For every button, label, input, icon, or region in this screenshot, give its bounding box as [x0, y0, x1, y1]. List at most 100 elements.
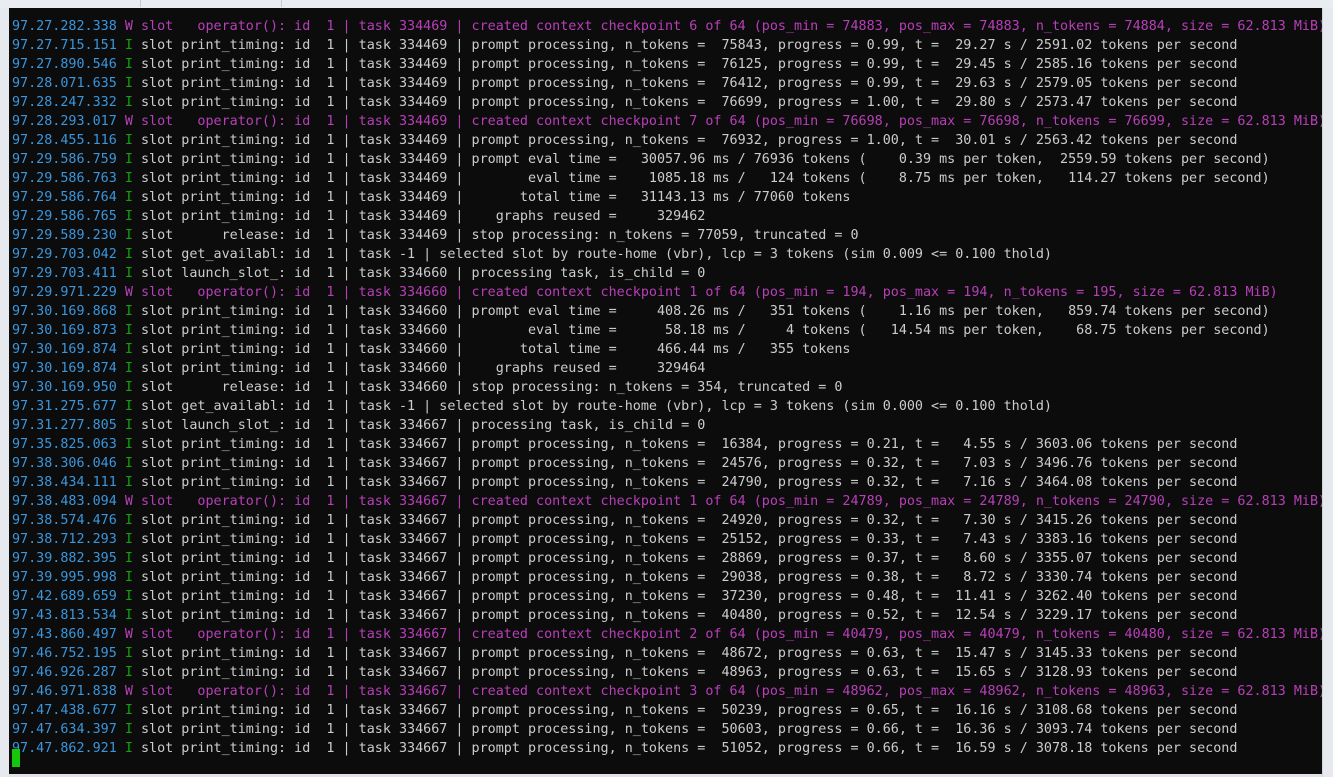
log-message: slot get_availabl: id 1 | task -1 | sele…	[132, 399, 1052, 414]
log-level: I	[124, 608, 133, 623]
log-timestamp: 97.39.882.395	[12, 551, 117, 566]
log-level: I	[124, 551, 133, 566]
log-timestamp: 97.29.703.042	[12, 247, 117, 262]
log-level: I	[124, 418, 133, 433]
log-message: slot print_timing: id 1 | task 334469 | …	[132, 76, 1238, 91]
log-line: 97.29.589.230 I slot release: id 1 | tas…	[12, 226, 1322, 245]
log-message: slot print_timing: id 1 | task 334667 | …	[132, 589, 1238, 604]
log-level: I	[124, 570, 133, 585]
log-message: slot print_timing: id 1 | task 334667 | …	[132, 646, 1238, 661]
log-message: slot operator(): id 1 | task 334469 | cr…	[132, 114, 1322, 129]
log-line: 97.42.689.659 I slot print_timing: id 1 …	[12, 587, 1322, 606]
log-message: slot print_timing: id 1 | task 334469 | …	[132, 209, 706, 224]
log-message: slot launch_slot_: id 1 | task 334660 | …	[132, 266, 706, 281]
log-timestamp: 97.29.589.230	[12, 228, 117, 243]
log-level: I	[124, 361, 133, 376]
log-message: slot operator(): id 1 | task 334667 | cr…	[132, 684, 1322, 699]
log-message: slot print_timing: id 1 | task 334660 | …	[132, 342, 851, 357]
log-timestamp: 97.38.483.094	[12, 494, 117, 509]
log-level: W	[124, 627, 133, 642]
log-timestamp: 97.27.890.546	[12, 57, 117, 72]
terminal-output: 97.27.282.338 W slot operator(): id 1 | …	[12, 17, 1322, 758]
vertical-scrollbar[interactable]	[1322, 8, 1333, 777]
log-message: slot print_timing: id 1 | task 334667 | …	[132, 475, 1238, 490]
log-message: slot print_timing: id 1 | task 334469 | …	[132, 171, 1270, 186]
log-level: I	[124, 513, 133, 528]
log-message: slot launch_slot_: id 1 | task 334667 | …	[132, 418, 706, 433]
log-timestamp: 97.43.813.534	[12, 608, 117, 623]
log-level: I	[124, 76, 133, 91]
log-message: slot print_timing: id 1 | task 334667 | …	[132, 437, 1238, 452]
window-left-edge	[0, 8, 9, 777]
log-timestamp: 97.29.586.764	[12, 190, 117, 205]
log-level: W	[124, 114, 133, 129]
log-message: slot print_timing: id 1 | task 334667 | …	[132, 722, 1238, 737]
log-level: I	[124, 741, 133, 756]
log-line: 97.46.926.287 I slot print_timing: id 1 …	[12, 663, 1322, 682]
log-timestamp: 97.46.926.287	[12, 665, 117, 680]
log-message: slot print_timing: id 1 | task 334660 | …	[132, 361, 706, 376]
log-line: 97.39.995.998 I slot print_timing: id 1 …	[12, 568, 1322, 587]
log-line: 97.29.971.229 W slot operator(): id 1 | …	[12, 283, 1322, 302]
log-level: I	[124, 665, 133, 680]
log-level: I	[124, 722, 133, 737]
log-line: 97.35.825.063 I slot print_timing: id 1 …	[12, 435, 1322, 454]
log-timestamp: 97.47.634.397	[12, 722, 117, 737]
log-level: I	[124, 209, 133, 224]
log-level: I	[124, 171, 133, 186]
log-line: 97.47.438.677 I slot print_timing: id 1 …	[12, 701, 1322, 720]
log-line: 97.28.247.332 I slot print_timing: id 1 …	[12, 93, 1322, 112]
tab[interactable]	[0, 0, 141, 7]
log-level: I	[124, 152, 133, 167]
log-line: 97.27.282.338 W slot operator(): id 1 | …	[12, 17, 1322, 36]
log-line: 97.46.971.838 W slot operator(): id 1 | …	[12, 682, 1322, 701]
log-timestamp: 97.47.862.921	[12, 741, 117, 756]
log-timestamp: 97.39.995.998	[12, 570, 117, 585]
log-level: I	[124, 342, 133, 357]
log-line: 97.28.455.116 I slot print_timing: id 1 …	[12, 131, 1322, 150]
log-timestamp: 97.38.306.046	[12, 456, 117, 471]
log-timestamp: 97.42.689.659	[12, 589, 117, 604]
log-level: I	[124, 228, 133, 243]
log-timestamp: 97.30.169.873	[12, 323, 117, 338]
log-timestamp: 97.27.715.151	[12, 38, 117, 53]
log-line: 97.30.169.874 I slot print_timing: id 1 …	[12, 359, 1322, 378]
log-message: slot print_timing: id 1 | task 334469 | …	[132, 38, 1238, 53]
log-level: I	[124, 190, 133, 205]
terminal-console[interactable]: 97.27.282.338 W slot operator(): id 1 | …	[9, 8, 1322, 774]
log-message: slot print_timing: id 1 | task 334469 | …	[132, 133, 1238, 148]
log-timestamp: 97.29.703.411	[12, 266, 117, 281]
log-timestamp: 97.30.169.868	[12, 304, 117, 319]
log-timestamp: 97.35.825.063	[12, 437, 117, 452]
log-message: slot print_timing: id 1 | task 334469 | …	[132, 190, 851, 205]
log-timestamp: 97.38.574.476	[12, 513, 117, 528]
log-line: 97.30.169.950 I slot release: id 1 | tas…	[12, 378, 1322, 397]
log-message: slot print_timing: id 1 | task 334667 | …	[132, 741, 1238, 756]
log-line: 97.31.277.805 I slot launch_slot_: id 1 …	[12, 416, 1322, 435]
log-line: 97.46.752.195 I slot print_timing: id 1 …	[12, 644, 1322, 663]
log-line: 97.31.275.677 I slot get_availabl: id 1 …	[12, 397, 1322, 416]
log-timestamp: 97.30.169.874	[12, 361, 117, 376]
log-level: I	[124, 38, 133, 53]
log-timestamp: 97.38.434.111	[12, 475, 117, 490]
log-line: 97.43.813.534 I slot print_timing: id 1 …	[12, 606, 1322, 625]
log-timestamp: 97.28.247.332	[12, 95, 117, 110]
tab[interactable]	[141, 0, 282, 7]
log-timestamp: 97.28.071.635	[12, 76, 117, 91]
log-line: 97.38.434.111 I slot print_timing: id 1 …	[12, 473, 1322, 492]
log-line: 97.38.483.094 W slot operator(): id 1 | …	[12, 492, 1322, 511]
log-line: 97.38.574.476 I slot print_timing: id 1 …	[12, 511, 1322, 530]
log-level: W	[124, 285, 133, 300]
log-line: 97.47.862.921 I slot print_timing: id 1 …	[12, 739, 1322, 758]
log-level: I	[124, 532, 133, 547]
log-level: I	[124, 703, 133, 718]
log-level: I	[124, 323, 133, 338]
log-level: W	[124, 19, 133, 34]
log-message: slot print_timing: id 1 | task 334667 | …	[132, 532, 1238, 547]
log-line: 97.39.882.395 I slot print_timing: id 1 …	[12, 549, 1322, 568]
log-level: I	[124, 57, 133, 72]
log-timestamp: 97.31.275.677	[12, 399, 117, 414]
log-line: 97.29.586.759 I slot print_timing: id 1 …	[12, 150, 1322, 169]
log-message: slot print_timing: id 1 | task 334667 | …	[132, 513, 1238, 528]
log-line: 97.38.712.293 I slot print_timing: id 1 …	[12, 530, 1322, 549]
